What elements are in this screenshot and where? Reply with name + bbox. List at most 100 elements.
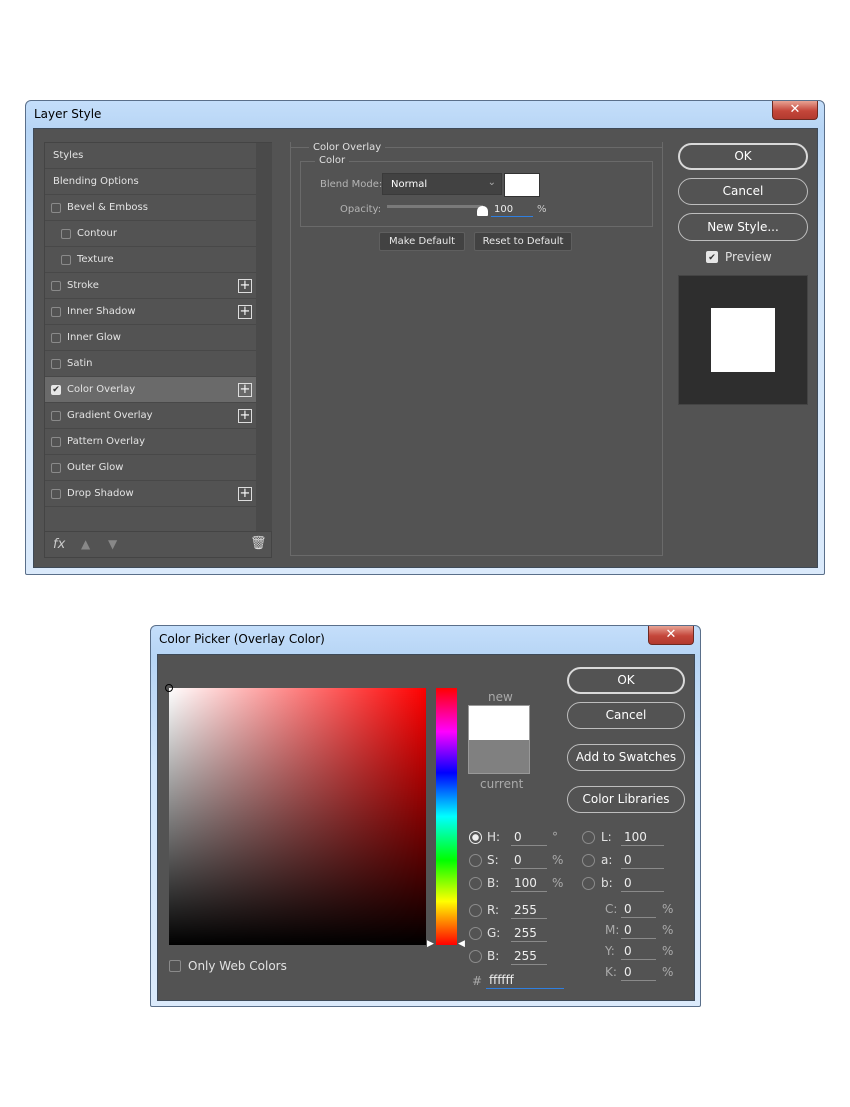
style-checkbox[interactable] <box>51 463 61 473</box>
style-item[interactable]: Blending Options <box>45 169 256 195</box>
overlay-color-swatch[interactable] <box>504 173 540 197</box>
style-checkbox[interactable] <box>51 307 61 317</box>
rgb-radio[interactable] <box>469 927 482 940</box>
style-item[interactable]: Styles <box>45 143 256 169</box>
cmyk-input[interactable]: 0 <box>621 943 656 960</box>
style-item[interactable]: Stroke + <box>45 273 256 299</box>
color-libraries-button[interactable]: Color Libraries <box>567 786 685 813</box>
preview-swatch <box>711 308 775 372</box>
hsb-radio[interactable] <box>469 877 482 890</box>
blend-mode-select[interactable]: Normal ⌄ <box>382 173 502 195</box>
preview-label: Preview <box>725 250 772 264</box>
style-item[interactable]: Satin <box>45 351 256 377</box>
new-label: new <box>488 690 513 704</box>
ok-button[interactable]: OK <box>567 667 685 694</box>
hsb-label: S: <box>487 853 499 867</box>
hue-left-arrow[interactable]: ▶ <box>427 939 434 949</box>
move-down-icon[interactable]: ▼ <box>108 537 117 551</box>
add-icon[interactable]: + <box>238 409 252 423</box>
hue-slider[interactable] <box>436 688 457 945</box>
style-item[interactable]: Drop Shadow + <box>45 481 256 507</box>
color-field-cursor[interactable] <box>165 684 173 692</box>
preview-checkbox[interactable]: ✔ <box>706 251 718 263</box>
rgb-input[interactable]: 255 <box>511 902 547 919</box>
move-up-icon[interactable]: ▲ <box>81 537 90 551</box>
style-checkbox[interactable] <box>51 411 61 421</box>
lab-radio[interactable] <box>582 877 595 890</box>
ok-button[interactable]: OK <box>678 143 808 170</box>
style-item[interactable]: ✔ Color Overlay + <box>45 377 256 403</box>
chevron-down-icon: ⌄ <box>487 177 496 188</box>
lab-radio[interactable] <box>582 854 595 867</box>
hsb-unit: ° <box>552 830 558 844</box>
style-item[interactable]: Gradient Overlay + <box>45 403 256 429</box>
style-item[interactable]: Outer Glow <box>45 455 256 481</box>
add-icon[interactable]: + <box>238 305 252 319</box>
hex-input[interactable]: ffffff <box>486 972 564 989</box>
add-to-swatches-button[interactable]: Add to Swatches <box>567 744 685 771</box>
blend-mode-label: Blend Mode: <box>320 179 383 190</box>
dialog-title: Color Picker (Overlay Color) <box>159 632 325 646</box>
style-checkbox[interactable] <box>51 489 61 499</box>
style-checkbox[interactable] <box>51 281 61 291</box>
close-button[interactable]: ✕ <box>648 626 694 645</box>
hsb-radio[interactable] <box>469 831 482 844</box>
hsb-input[interactable]: 100 <box>511 875 547 892</box>
trash-icon[interactable]: 🗑 <box>250 536 267 551</box>
lab-input[interactable]: 0 <box>621 875 664 892</box>
cancel-button[interactable]: Cancel <box>567 702 685 729</box>
style-checkbox[interactable] <box>61 255 71 265</box>
hsb-radio[interactable] <box>469 854 482 867</box>
current-color-swatch[interactable] <box>468 740 530 774</box>
close-button[interactable]: ✕ <box>772 101 818 120</box>
style-item-label: Texture <box>77 254 114 265</box>
rgb-radio[interactable] <box>469 950 482 963</box>
style-checkbox[interactable]: ✔ <box>51 385 61 395</box>
opacity-input[interactable]: 100 <box>491 202 533 217</box>
hsb-input[interactable]: 0 <box>511 852 547 869</box>
hsb-input[interactable]: 0 <box>511 829 547 846</box>
cmyk-unit: % <box>662 944 674 958</box>
style-item[interactable]: Pattern Overlay <box>45 429 256 455</box>
opacity-slider[interactable] <box>387 205 483 208</box>
style-item[interactable]: Bevel & Emboss <box>45 195 256 221</box>
style-checkbox[interactable] <box>61 229 71 239</box>
cancel-button[interactable]: Cancel <box>678 178 808 205</box>
lab-input[interactable]: 100 <box>621 829 664 846</box>
add-icon[interactable]: + <box>238 383 252 397</box>
hue-right-arrow[interactable]: ◀ <box>458 939 465 949</box>
only-web-colors-checkbox[interactable] <box>169 960 181 972</box>
style-checkbox[interactable] <box>51 437 61 447</box>
lab-radio[interactable] <box>582 831 595 844</box>
cmyk-input[interactable]: 0 <box>621 964 656 981</box>
new-style-button[interactable]: New Style... <box>678 213 808 241</box>
rgb-radio[interactable] <box>469 904 482 917</box>
fx-button[interactable]: fx <box>53 537 65 552</box>
style-checkbox[interactable] <box>51 333 61 343</box>
style-checkbox[interactable] <box>51 203 61 213</box>
make-default-button[interactable]: Make Default <box>379 232 465 251</box>
rgb-input[interactable]: 255 <box>511 925 547 942</box>
style-item-label: Styles <box>53 150 84 161</box>
preview-box <box>678 275 808 405</box>
cmyk-input[interactable]: 0 <box>621 922 656 939</box>
color-field[interactable] <box>165 684 426 945</box>
add-icon[interactable]: + <box>238 487 252 501</box>
lab-input[interactable]: 0 <box>621 852 664 869</box>
style-item[interactable]: Inner Shadow + <box>45 299 256 325</box>
slider-thumb[interactable] <box>477 206 488 216</box>
style-item[interactable]: Inner Glow <box>45 325 256 351</box>
dialog-body: Styles Blending Options Bevel & Emboss Cont… <box>33 128 818 568</box>
reset-default-button[interactable]: Reset to Default <box>474 232 572 251</box>
hsb-unit: % <box>552 853 564 867</box>
style-item-label: Color Overlay <box>67 384 136 395</box>
cmyk-input[interactable]: 0 <box>621 901 656 918</box>
list-scrollbar[interactable] <box>256 143 272 531</box>
cmyk-label: C: <box>605 902 618 916</box>
rgb-input[interactable]: 255 <box>511 948 547 965</box>
style-checkbox[interactable] <box>51 359 61 369</box>
style-item[interactable]: Contour <box>45 221 256 247</box>
style-item[interactable]: Texture <box>45 247 256 273</box>
rgb-label: G: <box>487 926 501 940</box>
add-icon[interactable]: + <box>238 279 252 293</box>
